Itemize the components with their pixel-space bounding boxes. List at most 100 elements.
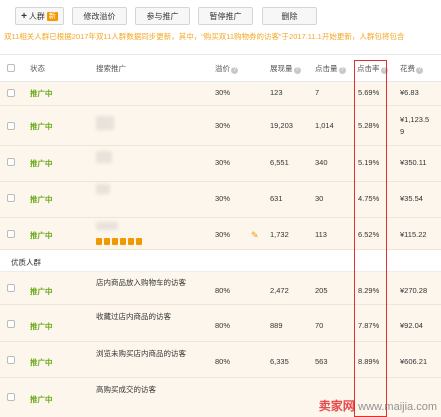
row-checkbox[interactable] [7, 284, 15, 292]
row-checkbox[interactable] [7, 122, 15, 130]
row-action-icons [96, 238, 144, 246]
impressions-value: 19,203 [270, 121, 293, 130]
table-header: 状态 搜索推广 溢价? 展现量? 点击量? 点击率? 花费? [0, 54, 441, 82]
help-icon[interactable]: ? [231, 67, 238, 74]
plus-icon: + [21, 11, 27, 22]
ctr-value: 5.28% [358, 121, 380, 130]
ctr-value: 4.75% [358, 194, 380, 203]
status-label: 推广中 [30, 395, 53, 404]
premium-value: 30% [215, 158, 231, 167]
blurred-name [96, 184, 110, 194]
impressions-value: 631 [270, 194, 283, 203]
modify-premium-button[interactable]: 修改溢价 [72, 7, 127, 25]
header-ctr[interactable]: 点击率? [357, 55, 388, 82]
delete-button[interactable]: 删除 [262, 7, 317, 25]
cost-value: ¥92.04 [400, 321, 423, 330]
status-label: 推广中 [30, 358, 53, 367]
row-checkbox[interactable] [7, 230, 15, 238]
ctr-value: 8.29% [358, 286, 380, 295]
row-checkbox[interactable] [7, 194, 15, 202]
watermark: 卖家网 www.maijia.com [318, 399, 437, 413]
table-row[interactable]: 推广中 店内商品放入购物车的访客 80% 2,472 205 8.29% ¥27… [0, 272, 441, 305]
impressions-value: 6,335 [270, 357, 289, 366]
pause-promotion-button[interactable]: 暂停推广 [198, 7, 253, 25]
header-status: 状态 [30, 64, 45, 73]
header-premium[interactable]: 溢价? [215, 55, 238, 82]
help-icon[interactable]: ? [293, 67, 301, 74]
header-clicks[interactable]: 点击量? [315, 55, 346, 82]
impressions-value: 1,732 [270, 230, 289, 239]
clicks-value: 113 [315, 230, 327, 239]
impressions-value: 2,472 [270, 286, 289, 295]
section-title: 优质人群 [11, 258, 41, 267]
blurred-name [96, 151, 112, 163]
clicks-value: 563 [315, 357, 328, 366]
chart-icon[interactable] [128, 238, 134, 245]
help-icon[interactable]: ? [338, 67, 346, 74]
cost-value: ¥6.83 [400, 88, 419, 97]
premium-value: 30% [215, 194, 231, 203]
section-header: 优质人群 [0, 250, 441, 272]
row-checkbox[interactable] [7, 320, 15, 328]
table-row[interactable]: 推广中 30% 6,551 340 5.19% ¥350.11 [0, 146, 441, 182]
ctr-value: 6.52% [358, 230, 380, 239]
table-row[interactable]: 推广中 浏览未购买店内商品的访客 80% 6,335 563 8.89% ¥60… [0, 342, 441, 378]
delete-icon[interactable] [112, 238, 118, 245]
status-label: 推广中 [30, 89, 53, 98]
copy-icon[interactable] [104, 238, 110, 245]
select-all-checkbox[interactable] [7, 64, 15, 72]
report-icon[interactable] [120, 238, 126, 245]
new-badge: 新 [46, 12, 58, 21]
header-cost[interactable]: 花费? [400, 55, 423, 82]
notice-banner: 双11相关人群已根据2017年双11人群数据同步更新，其中，“购买双11购物券的… [0, 30, 441, 44]
cost-value: ¥35.54 [400, 194, 423, 203]
status-label: 推广中 [30, 287, 53, 296]
toolbar: + 人群新 修改溢价 参与推广 暂停推广 删除 [0, 0, 441, 30]
crowd-name: 浏览未购买店内商品的访客 [96, 349, 186, 358]
premium-value: 80% [215, 357, 231, 366]
ctr-value: 7.87% [358, 321, 380, 330]
row-checkbox[interactable] [7, 89, 15, 97]
ctr-value: 5.19% [358, 158, 380, 167]
help-icon[interactable]: ? [416, 67, 423, 74]
row-checkbox[interactable] [7, 158, 15, 166]
edit-pencil-icon[interactable]: ✎ [251, 230, 259, 241]
image-icon[interactable] [136, 238, 142, 245]
status-label: 推广中 [30, 159, 53, 168]
ctr-value: 8.89% [358, 357, 380, 366]
crowd-name: 收藏过店内商品的访客 [96, 312, 171, 321]
table-row[interactable]: 推广中 30% 631 30 4.75% ¥35.54 [0, 182, 441, 218]
cost-value: ¥350.11 [400, 158, 427, 167]
clicks-value: 340 [315, 158, 328, 167]
cost-value-wrap: 9 [400, 127, 405, 136]
impressions-value: 6,551 [270, 158, 289, 167]
clicks-value: 1,014 [315, 121, 334, 130]
header-impressions[interactable]: 展现量? [270, 55, 301, 82]
clicks-value: 70 [315, 321, 324, 330]
join-promotion-button[interactable]: 参与推广 [135, 7, 190, 25]
table-row[interactable]: 推广中 30% 1,732 113 6.52% ¥115.22 [0, 218, 441, 250]
status-label: 推广中 [30, 195, 53, 204]
ctr-value: 5.69% [358, 88, 380, 97]
status-label: 推广中 [30, 322, 53, 331]
premium-value: 30% [215, 121, 231, 130]
status-label: 推广中 [30, 231, 53, 240]
crowd-name: 高购买成交的访客 [96, 385, 156, 394]
table-row[interactable]: 推广中 收藏过店内商品的访客 80% 889 70 7.87% ¥92.04 [0, 305, 441, 342]
table-row[interactable]: 推广中 30% 19,203 1,014 5.28% ¥1,123.5 9 [0, 106, 441, 146]
pause-icon[interactable] [96, 238, 102, 245]
impressions-value: 123 [270, 88, 283, 97]
premium-value: 80% [215, 321, 231, 330]
clicks-value: 7 [315, 88, 320, 97]
row-checkbox[interactable] [7, 393, 15, 401]
premium-value: 30% [215, 230, 231, 239]
cost-value: ¥115.22 [400, 230, 427, 239]
status-label: 推广中 [30, 122, 53, 131]
table-row[interactable]: 推广中 30% 123 7 5.69% ¥6.83 [0, 82, 441, 106]
blurred-name [96, 116, 114, 130]
premium-value: 30% [215, 88, 231, 97]
help-icon[interactable]: ? [380, 67, 388, 74]
add-crowd-button[interactable]: + 人群新 [15, 7, 64, 25]
row-checkbox[interactable] [7, 356, 15, 364]
cost-value: ¥1,123.5 [400, 115, 430, 124]
